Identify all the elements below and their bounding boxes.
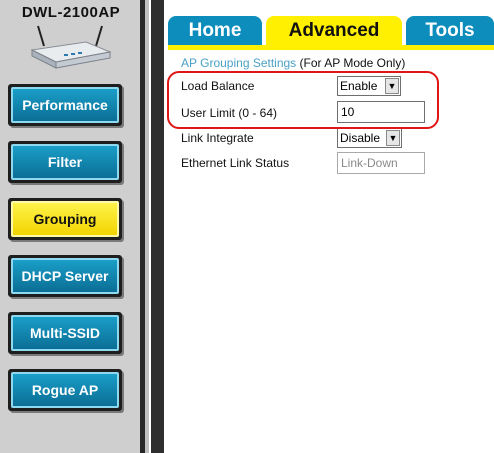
ethernet-link-status-label: Ethernet Link Status bbox=[181, 156, 290, 170]
filter-button-frame: Filter bbox=[8, 141, 122, 183]
sidebar-button-performance[interactable]: Performance bbox=[11, 87, 119, 123]
model-title: DWL-2100AP bbox=[21, 4, 121, 21]
dhcp-server-button-frame: DHCP Server bbox=[8, 255, 122, 297]
sidebar-button-filter[interactable]: Filter bbox=[11, 144, 119, 180]
sidebar-button-multi-ssid[interactable]: Multi-SSID bbox=[11, 315, 119, 351]
multi-ssid-button-frame: Multi-SSID bbox=[8, 312, 122, 354]
section-title-note: (For AP Mode Only) bbox=[299, 56, 406, 70]
link-integrate-label: Link Integrate bbox=[181, 131, 254, 145]
grouping-button-frame: Grouping bbox=[8, 198, 122, 240]
frame-divider bbox=[151, 0, 164, 453]
sidebar-button-rogue-ap[interactable]: Rogue AP bbox=[11, 372, 119, 408]
performance-button-frame: Performance bbox=[8, 84, 122, 126]
chevron-down-icon[interactable]: ▼ bbox=[386, 130, 400, 146]
sidebar-button-grouping[interactable]: Grouping bbox=[11, 201, 119, 237]
tab-home[interactable]: Home bbox=[168, 16, 262, 45]
ethernet-link-status-field: Link-Down bbox=[337, 152, 425, 174]
tab-tools[interactable]: Tools bbox=[406, 16, 494, 45]
section-title-main: AP Grouping Settings bbox=[181, 56, 297, 70]
access-point-device-icon bbox=[30, 25, 112, 69]
sidebar-button-dhcp-server[interactable]: DHCP Server bbox=[11, 258, 119, 294]
tab-advanced[interactable]: Advanced bbox=[266, 16, 402, 45]
highlight-annotation bbox=[167, 71, 439, 129]
link-integrate-select[interactable]: Disable ▼ bbox=[337, 128, 402, 148]
link-integrate-value: Disable bbox=[340, 131, 381, 145]
sidebar: DWL-2100AP Performance Filter Grouping D… bbox=[0, 0, 140, 453]
tab-underline bbox=[168, 45, 494, 50]
rogue-ap-button-frame: Rogue AP bbox=[8, 369, 122, 411]
section-title: AP Grouping Settings (For AP Mode Only) bbox=[181, 56, 405, 70]
